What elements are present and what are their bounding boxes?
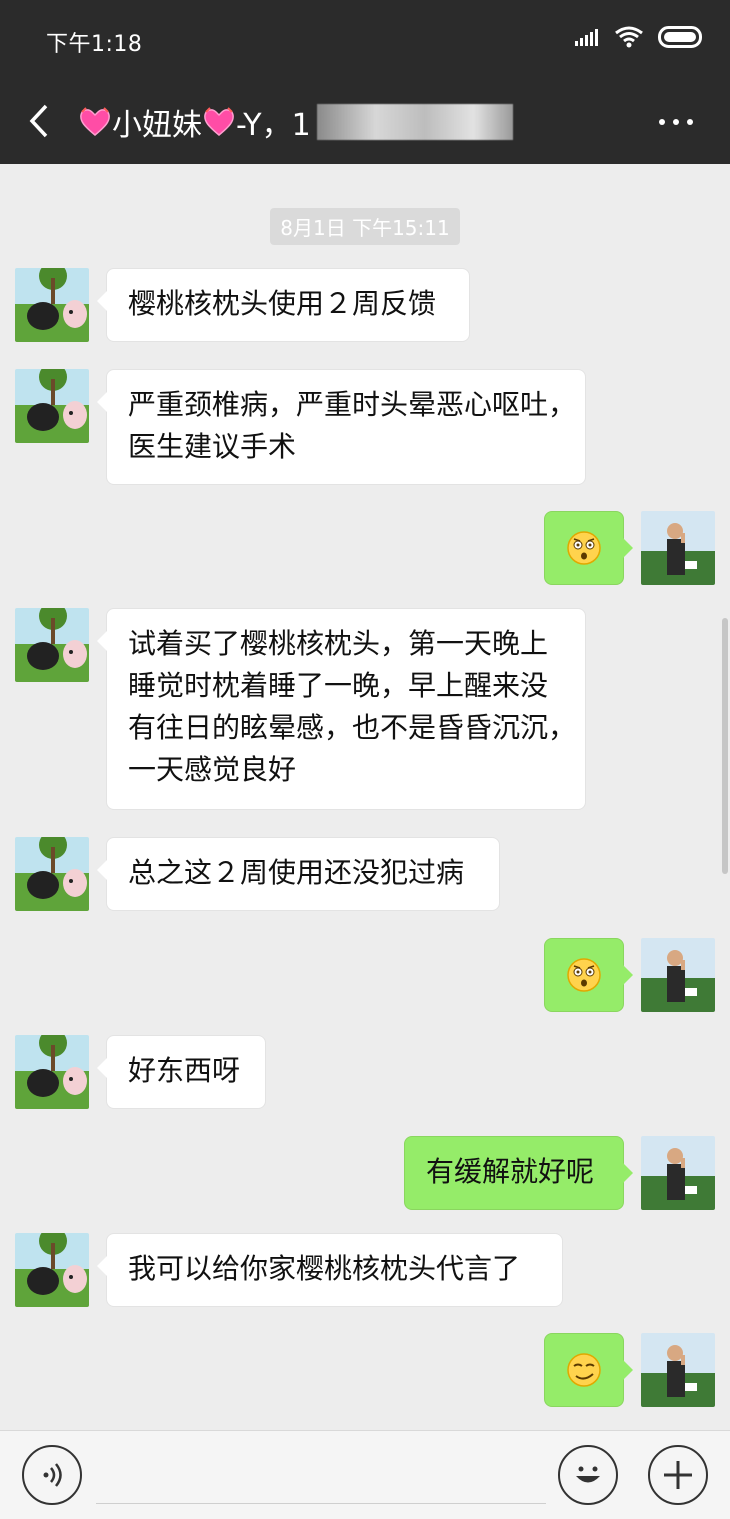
plus-icon	[664, 1461, 692, 1489]
message-text-line: 严重颈椎病，严重时头晕恶心呕吐，	[128, 388, 577, 421]
redacted-text	[316, 104, 513, 140]
emoji-message-bubble[interactable]	[544, 511, 633, 585]
chat-header: 小妞妹 -Y，1	[0, 80, 730, 164]
surprised-face-icon	[567, 531, 601, 565]
more-button[interactable]	[656, 108, 696, 136]
contact-avatar[interactable]	[15, 268, 89, 342]
message-bubble[interactable]: 总之这２周使用还没犯过病	[97, 837, 500, 911]
contact-avatar[interactable]	[15, 369, 89, 443]
wifi-icon	[615, 26, 643, 48]
emoji-icon	[576, 1466, 600, 1483]
message-bubble[interactable]: 严重颈椎病，严重时头晕恶心呕吐， 医生建议手术	[97, 369, 586, 485]
plus-button[interactable]	[648, 1445, 708, 1505]
emoji-message-bubble[interactable]	[544, 938, 633, 1012]
message-text-line: 有缓解就好呢	[426, 1155, 595, 1188]
message-bubble[interactable]: 试着买了樱桃核枕头，第一天晚上 睡觉时枕着睡了一晚，早上醒来没 有往日的眩晕感，也不…	[97, 608, 586, 810]
voice-button[interactable]	[22, 1445, 82, 1505]
message-text-line: 我可以给你家樱桃核枕头代言了	[128, 1252, 521, 1285]
my-avatar[interactable]	[641, 938, 715, 1012]
more-dots-icon	[659, 119, 693, 125]
status-bar: 下午1:18	[0, 0, 730, 80]
message-text-line: 睡觉时枕着睡了一晚，早上醒来没	[128, 669, 549, 702]
my-avatar[interactable]	[641, 511, 715, 585]
message-text-line: 总之这２周使用还没犯过病	[128, 856, 465, 889]
contact-avatar[interactable]	[15, 837, 89, 911]
scrollbar[interactable]	[722, 618, 728, 874]
chat-title-name: 小妞妹	[112, 108, 202, 143]
contact-avatar[interactable]	[15, 1233, 89, 1307]
message-input[interactable]	[96, 1503, 546, 1504]
chat-title-suffix: -Y，1	[236, 108, 311, 143]
message-text-line: 一天感觉良好	[128, 753, 297, 786]
message-bubble[interactable]: 我可以给你家樱桃核枕头代言了	[97, 1233, 563, 1307]
heart-icon	[204, 107, 234, 136]
heart-icon	[80, 107, 110, 136]
voice-icon	[43, 1463, 62, 1487]
message-text-line: 有往日的眩晕感，也不是昏昏沉沉，	[128, 711, 577, 744]
status-time: 下午1:18	[46, 32, 143, 57]
smirk-face-icon	[567, 1353, 601, 1387]
back-arrow-icon	[29, 104, 48, 138]
emoji-message-bubble[interactable]	[544, 1333, 633, 1407]
message-text-line: 好东西呀	[128, 1054, 241, 1087]
message-text-line: 樱桃核枕头使用２周反馈	[128, 287, 437, 320]
signal-icon	[575, 29, 598, 46]
my-avatar[interactable]	[641, 1333, 715, 1407]
chat-area[interactable]: 8月1日 下午15:11 樱桃核枕头使用２周反馈严重颈椎病，严重时头晕恶心呕吐，…	[0, 164, 730, 1430]
surprised-face-icon	[567, 958, 601, 992]
message-bubble[interactable]: 樱桃核枕头使用２周反馈	[97, 268, 470, 342]
status-icons	[574, 26, 704, 48]
message-bubble[interactable]: 有缓解就好呢	[404, 1136, 633, 1210]
my-avatar[interactable]	[641, 1136, 715, 1210]
message-text-line: 医生建议手术	[128, 430, 297, 463]
emoji-button[interactable]	[558, 1445, 618, 1505]
message-text-line: 试着买了樱桃核枕头，第一天晚上	[128, 627, 549, 660]
contact-avatar[interactable]	[15, 1035, 89, 1109]
input-bar	[0, 1430, 730, 1519]
chat-title: 小妞妹 -Y，1	[78, 100, 513, 144]
message-timestamp: 8月1日 下午15:11	[270, 208, 460, 245]
message-bubble[interactable]: 好东西呀	[97, 1035, 266, 1109]
contact-avatar[interactable]	[15, 608, 89, 682]
back-button[interactable]	[22, 98, 62, 144]
battery-icon	[658, 26, 702, 48]
